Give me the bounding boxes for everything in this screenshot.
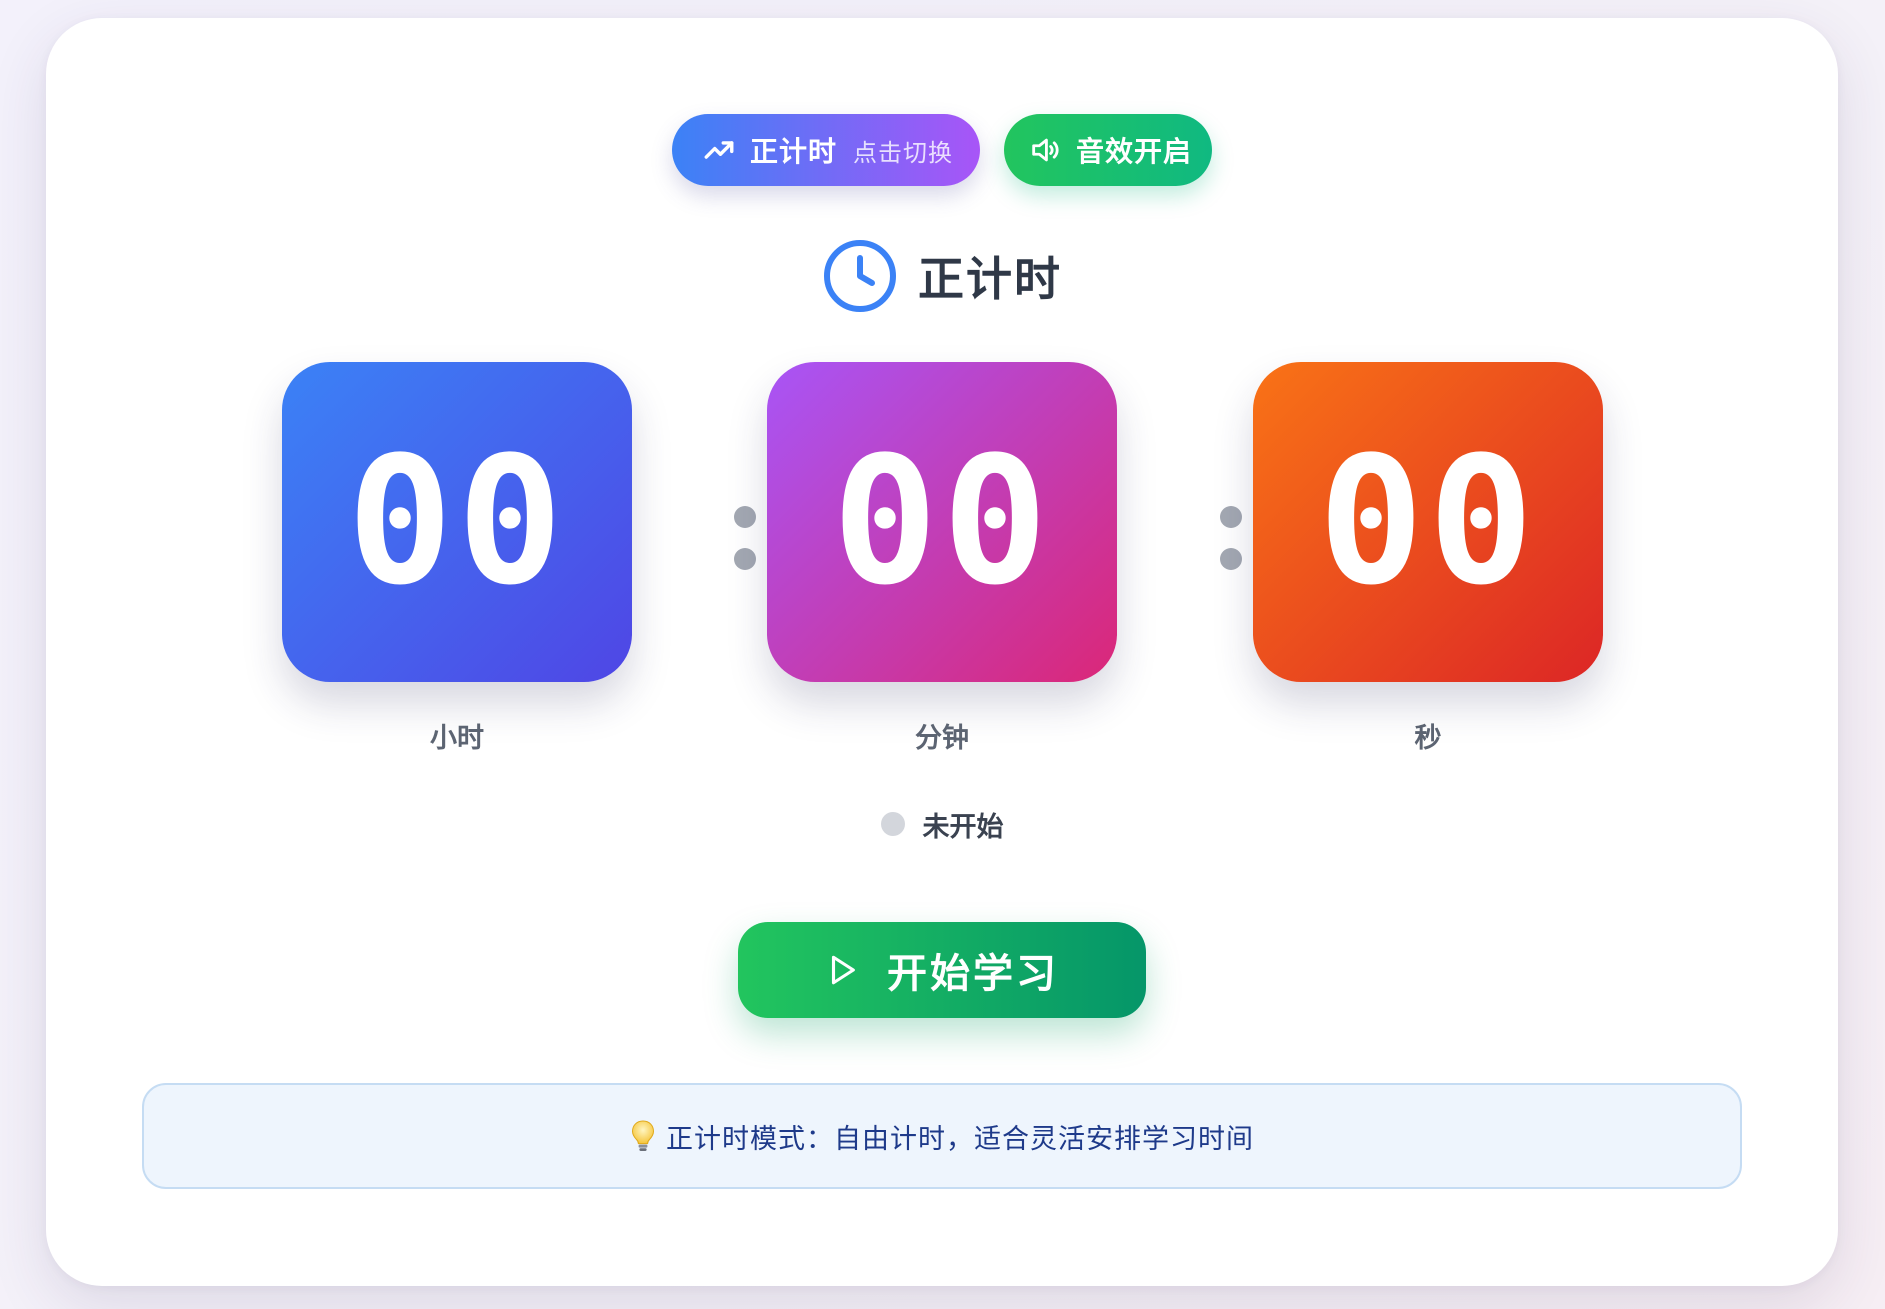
mode-heading: 正计时: [46, 234, 1838, 318]
separator-dot: [1220, 548, 1242, 570]
time-separator: [734, 506, 756, 570]
start-study-button[interactable]: 开始学习: [738, 922, 1146, 1018]
time-separator: [1220, 506, 1242, 570]
minutes-value: 00: [832, 419, 1052, 624]
mode-label: 正计时: [750, 135, 838, 168]
lightbulb-icon: [630, 1119, 656, 1153]
mode-hint: 点击切换: [853, 138, 954, 167]
mode-tip: 正计时模式：自由计时，适合灵活安排学习时间: [142, 1083, 1742, 1189]
minutes-tile: 00: [767, 362, 1117, 682]
minutes-label: 分钟: [915, 723, 969, 754]
status-text: 未开始: [922, 811, 1004, 843]
play-icon: [825, 953, 859, 987]
seconds-tile: 00: [1253, 362, 1603, 682]
mode-toggle-button[interactable]: 正计时 点击切换: [672, 114, 980, 186]
start-study-label: 开始学习: [887, 951, 1059, 997]
timer-status: 未开始: [46, 802, 1838, 846]
trending-up-icon: [702, 133, 736, 167]
hours-value: 00: [347, 419, 567, 624]
separator-dot: [1220, 506, 1242, 528]
timer-card: 正计时 点击切换 音效开启 正计时 00 小时 00 分钟 00 秒 未开始 开…: [46, 18, 1838, 1286]
page-title: 正计时: [918, 252, 1062, 306]
separator-dot: [734, 548, 756, 570]
volume-icon: [1028, 133, 1062, 167]
sound-toggle-button[interactable]: 音效开启: [1004, 114, 1212, 186]
hours-tile: 00: [282, 362, 632, 682]
seconds-value: 00: [1318, 419, 1538, 624]
seconds-label: 秒: [1414, 723, 1442, 754]
tip-text: 正计时模式：自由计时，适合灵活安排学习时间: [666, 1123, 1254, 1155]
clock-icon: [822, 238, 898, 314]
status-indicator: [880, 812, 905, 836]
separator-dot: [734, 506, 756, 528]
hours-label: 小时: [430, 723, 484, 754]
sound-label: 音效开启: [1076, 135, 1193, 168]
